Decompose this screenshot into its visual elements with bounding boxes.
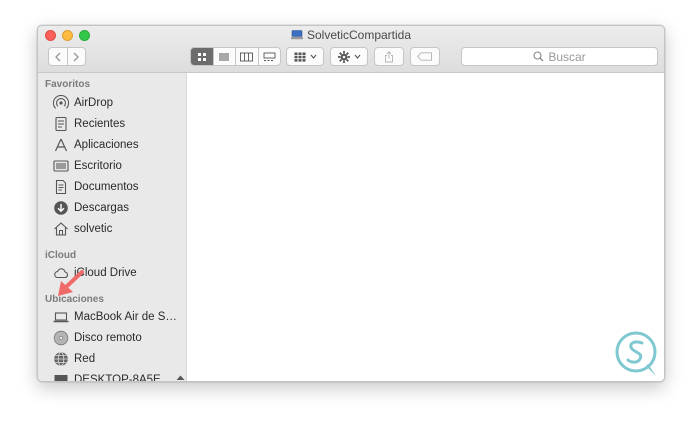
sidebar-section-icloud: iCloud bbox=[45, 250, 77, 261]
share-button[interactable] bbox=[374, 47, 404, 66]
sidebar: Favoritos AirDrop Recientes Aplicaciones… bbox=[38, 73, 187, 381]
downloads-icon bbox=[53, 200, 69, 216]
tags-button[interactable] bbox=[410, 47, 440, 66]
sidebar-item-documentos[interactable]: Documentos bbox=[53, 178, 183, 196]
sidebar-item-airdrop[interactable]: AirDrop bbox=[53, 94, 183, 112]
applications-icon bbox=[53, 137, 69, 153]
icon-view-button[interactable] bbox=[191, 48, 213, 65]
sidebar-item-macbook[interactable]: MacBook Air de Sol... bbox=[53, 308, 183, 326]
sidebar-item-label: MacBook Air de Sol... bbox=[74, 311, 183, 323]
window-title: SolveticCompartida bbox=[38, 28, 664, 42]
chevron-down-icon bbox=[354, 54, 360, 59]
chevron-down-icon bbox=[310, 54, 316, 59]
columns-icon bbox=[240, 52, 254, 61]
sidebar-item-red[interactable]: Red bbox=[53, 350, 183, 368]
window-title-text: SolveticCompartida bbox=[306, 28, 412, 42]
finder-window: SolveticCompartida Buscar Favoritos AirD… bbox=[37, 25, 665, 382]
recents-icon bbox=[53, 116, 69, 132]
back-button[interactable] bbox=[49, 48, 67, 65]
eject-icon[interactable] bbox=[176, 374, 185, 381]
grid-icon bbox=[197, 52, 206, 61]
forward-button[interactable] bbox=[66, 48, 86, 65]
sidebar-item-desktop-share[interactable]: DESKTOP-8A5E... bbox=[53, 371, 185, 382]
sidebar-item-solvetic[interactable]: solvetic bbox=[53, 220, 183, 238]
group-grid-icon bbox=[294, 52, 305, 62]
navigation-buttons bbox=[48, 47, 86, 66]
sidebar-item-label: DESKTOP-8A5E... bbox=[74, 374, 171, 382]
disc-icon bbox=[53, 330, 69, 346]
file-content-area[interactable] bbox=[187, 73, 664, 381]
tag-icon bbox=[417, 52, 432, 61]
documents-icon bbox=[53, 179, 69, 195]
sidebar-item-label: Descargas bbox=[74, 202, 129, 214]
sidebar-item-recientes[interactable]: Recientes bbox=[53, 115, 183, 133]
gear-icon bbox=[337, 50, 350, 63]
list-icon bbox=[219, 53, 230, 60]
group-by-button[interactable] bbox=[286, 47, 324, 66]
chevron-right-icon bbox=[73, 52, 80, 61]
sidebar-item-escritorio[interactable]: Escritorio bbox=[53, 157, 183, 175]
home-icon bbox=[53, 221, 69, 237]
sidebar-item-label: Recientes bbox=[74, 118, 126, 130]
column-view-button[interactable] bbox=[235, 48, 258, 65]
airdrop-icon bbox=[53, 95, 69, 111]
chevron-left-icon bbox=[54, 52, 61, 61]
sidebar-item-aplicaciones[interactable]: Aplicaciones bbox=[53, 136, 183, 154]
sidebar-item-label: Documentos bbox=[74, 181, 139, 193]
gallery-view-button[interactable] bbox=[257, 48, 281, 65]
title-bar: SolveticCompartida Buscar bbox=[38, 26, 664, 73]
sidebar-item-label: Aplicaciones bbox=[74, 139, 139, 151]
sidebar-item-descargas[interactable]: Descargas bbox=[53, 199, 183, 217]
search-placeholder: Buscar bbox=[548, 49, 586, 64]
gallery-icon bbox=[263, 52, 276, 61]
view-mode-selector bbox=[190, 47, 281, 66]
sidebar-item-label: solvetic bbox=[74, 223, 113, 235]
list-view-button[interactable] bbox=[212, 48, 236, 65]
sidebar-item-label: Escritorio bbox=[74, 160, 122, 172]
share-icon bbox=[385, 50, 393, 62]
globe-icon bbox=[53, 351, 69, 367]
sidebar-item-label: Red bbox=[74, 353, 96, 365]
solvetic-logo-icon bbox=[615, 331, 657, 376]
laptop-icon bbox=[53, 309, 69, 325]
sidebar-item-label: AirDrop bbox=[74, 97, 113, 109]
annotation-arrow-icon bbox=[58, 270, 84, 296]
sidebar-item-label: Disco remoto bbox=[74, 332, 142, 344]
action-menu-button[interactable] bbox=[330, 47, 368, 66]
network-drive-icon bbox=[290, 30, 303, 40]
search-field[interactable]: Buscar bbox=[461, 47, 658, 66]
search-icon bbox=[533, 51, 544, 62]
sidebar-item-disco-remoto[interactable]: Disco remoto bbox=[53, 329, 183, 347]
monitor-icon bbox=[53, 372, 69, 381]
sidebar-section-favoritos: Favoritos bbox=[45, 79, 91, 90]
desktop-icon bbox=[53, 158, 69, 174]
